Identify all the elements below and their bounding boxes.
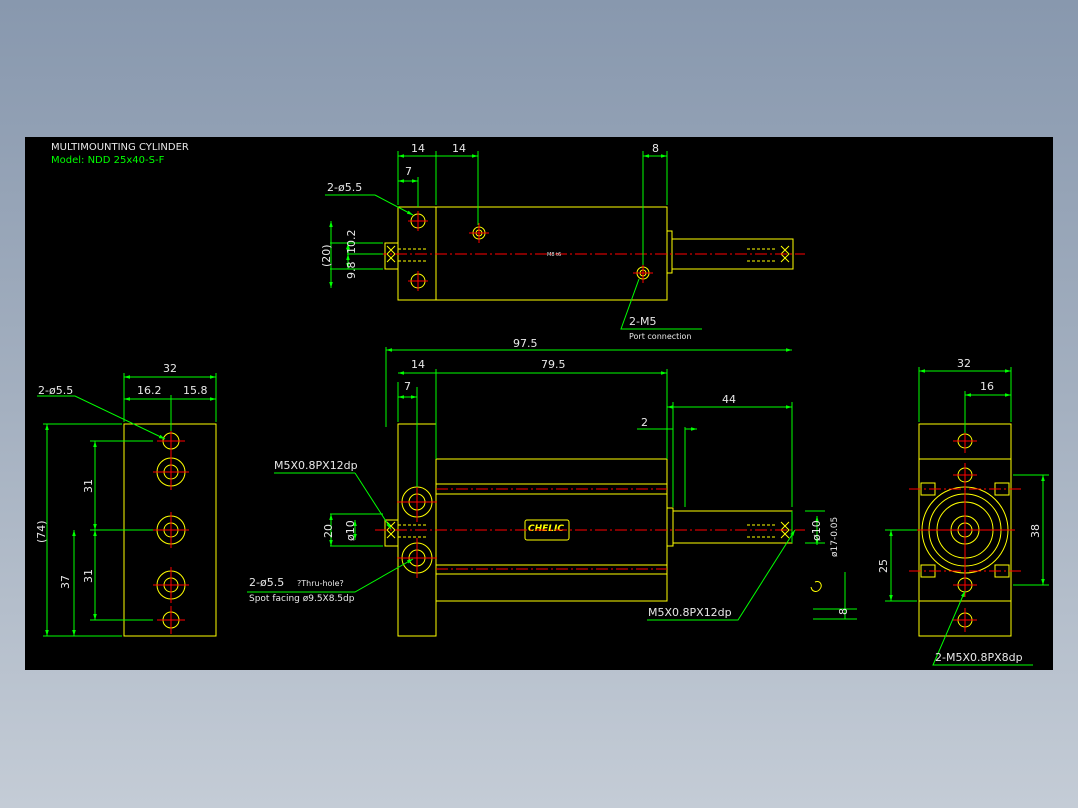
- front-dim-7: 7: [404, 380, 411, 393]
- top-dim-98: 9.8: [345, 262, 358, 280]
- left-view-centerlines: [153, 427, 189, 634]
- right-dim-38: 38: [1029, 524, 1042, 538]
- front-dim-2: 2: [641, 416, 648, 429]
- front-dim-10-right: ø10: [810, 520, 823, 541]
- cad-drawing: 14 14 7 8 2-ø5.5 2-M5 Port connection M8…: [35, 142, 1049, 666]
- front-thread-right: M5X0.8PX12dp: [648, 606, 732, 619]
- right-thread-label: 2-M5X0.8PX8dp: [935, 651, 1023, 664]
- front-view: CHELIC 97.5 14 79.5 7 44 2 M5X0.8PX12dp …: [247, 337, 857, 637]
- top-view-centerlines: [375, 211, 805, 291]
- top-dim-8: 8: [652, 142, 659, 155]
- left-view-dimensions: [37, 373, 217, 637]
- top-hole-label: 2-ø5.5: [327, 181, 362, 194]
- front-thread-left: M5X0.8PX12dp: [274, 459, 358, 472]
- top-center-mark: M8 t6: [547, 252, 561, 258]
- front-dim-10-left: ø10: [344, 520, 357, 541]
- top-dim-20: (20): [320, 244, 333, 267]
- top-port-note: Port connection: [629, 332, 691, 341]
- front-hole-note: ?Thru-hole?: [297, 579, 344, 588]
- front-dim-20: 20: [322, 524, 335, 538]
- left-dim-32: 32: [163, 362, 177, 375]
- top-dim-14a: 14: [411, 142, 425, 155]
- left-dim-31a: 31: [82, 479, 95, 493]
- front-view-centerlines: [375, 482, 805, 578]
- top-view: 14 14 7 8 2-ø5.5 2-M5 Port connection M8…: [320, 142, 805, 341]
- right-dim-25: 25: [877, 559, 890, 573]
- left-dim-31b: 31: [82, 569, 95, 583]
- cad-viewport[interactable]: MULTIMOUNTING CYLINDER Model: NDD 25x40-…: [25, 137, 1053, 670]
- front-dim-975: 97.5: [513, 337, 538, 350]
- top-dim-14b: 14: [452, 142, 466, 155]
- front-dim-795: 79.5: [541, 358, 566, 371]
- front-logo: CHELIC: [528, 524, 564, 534]
- top-dim-102: 10.2: [345, 230, 358, 255]
- left-hole-label: 2-ø5.5: [38, 384, 73, 397]
- right-dim-16: 16: [980, 380, 994, 393]
- front-hole-label: 2-ø5.5: [249, 576, 284, 589]
- front-dim-44: 44: [722, 393, 736, 406]
- front-dim-17: ø17-0.05: [830, 517, 840, 557]
- front-dim-14: 14: [411, 358, 425, 371]
- top-dim-7: 7: [405, 165, 412, 178]
- right-dim-32: 32: [957, 357, 971, 370]
- left-dim-37: 37: [59, 575, 72, 589]
- left-dim-158: 15.8: [183, 384, 208, 397]
- top-port-label: 2-M5: [629, 315, 656, 328]
- left-dim-162: 16.2: [137, 384, 162, 397]
- top-view-dimensions: [325, 151, 702, 330]
- right-view: 32 16 38 25 2-M5X0.8PX8dp: [877, 357, 1049, 666]
- left-view: 32 16.2 15.8 2-ø5.5 (74) 31 31 37: [35, 362, 217, 637]
- front-spot-facing: Spot facing ø9.5X8.5dp: [249, 594, 355, 604]
- front-dim-8: 8: [837, 608, 850, 615]
- left-dim-74: (74): [35, 520, 48, 543]
